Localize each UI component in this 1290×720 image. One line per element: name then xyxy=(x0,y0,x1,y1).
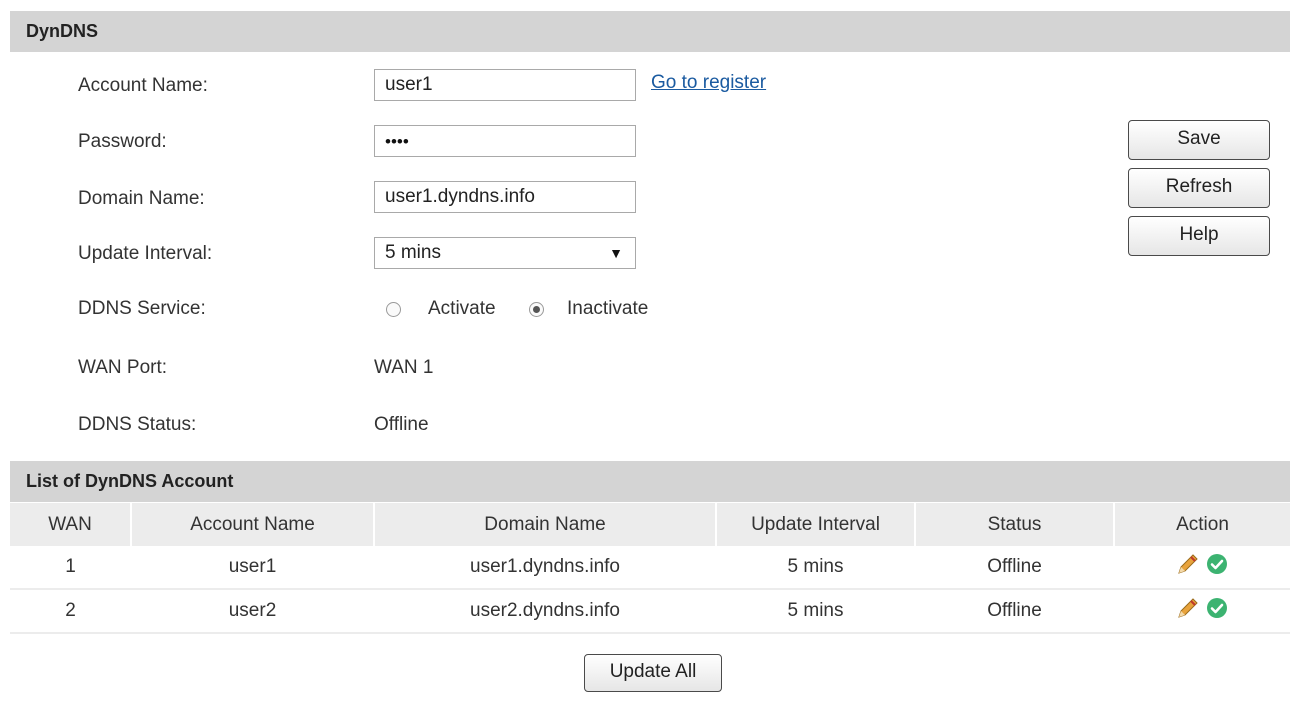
inactivate-radio-label: Inactivate xyxy=(567,298,649,319)
cell-update-interval: 5 mins xyxy=(716,546,915,590)
col-header-action: Action xyxy=(1113,503,1290,546)
cell-status: Offline xyxy=(915,546,1114,590)
col-header-account-name: Account Name xyxy=(130,503,374,546)
table-row: 2 user2 user2.dyndns.info 5 mins Offline xyxy=(10,589,1290,634)
refresh-button[interactable]: Refresh xyxy=(1128,168,1270,208)
pencil-icon[interactable] xyxy=(1176,552,1200,582)
check-circle-icon[interactable] xyxy=(1206,597,1228,625)
cell-action xyxy=(1114,546,1290,590)
dropdown-arrow-icon: ▼ xyxy=(609,245,623,261)
activate-radio[interactable] xyxy=(386,302,401,317)
check-circle-icon[interactable] xyxy=(1206,553,1228,581)
cell-account-name: user2 xyxy=(131,589,374,634)
cell-wan: 2 xyxy=(10,589,131,634)
dyndns-account-table: WAN Account Name Domain Name Update Inte… xyxy=(10,503,1290,634)
cell-domain-name: user2.dyndns.info xyxy=(374,589,716,634)
pencil-icon[interactable] xyxy=(1176,596,1200,626)
password-label: Password: xyxy=(78,131,167,152)
help-button[interactable]: Help xyxy=(1128,216,1270,256)
cell-status: Offline xyxy=(915,589,1114,634)
col-header-status: Status xyxy=(914,503,1114,546)
table-row: 1 user1 user1.dyndns.info 5 mins Offline xyxy=(10,546,1290,590)
ddns-status-value: Offline xyxy=(374,414,429,435)
go-to-register-link[interactable]: Go to register xyxy=(651,72,766,94)
account-name-label: Account Name: xyxy=(78,75,208,96)
cell-domain-name: user1.dyndns.info xyxy=(374,546,716,590)
cell-wan: 1 xyxy=(10,546,131,590)
domain-name-label: Domain Name: xyxy=(78,188,205,209)
section-header-dyndns: DynDNS xyxy=(10,11,1290,52)
update-interval-label: Update Interval: xyxy=(78,243,213,264)
inactivate-radio[interactable] xyxy=(529,302,544,317)
section-header-account-list: List of DynDNS Account xyxy=(10,461,1290,502)
cell-action xyxy=(1114,589,1290,634)
wan-port-value: WAN 1 xyxy=(374,357,434,378)
save-button[interactable]: Save xyxy=(1128,120,1270,160)
password-input[interactable] xyxy=(374,125,636,157)
update-interval-select[interactable]: 5 mins ▼ xyxy=(374,237,636,269)
cell-update-interval: 5 mins xyxy=(716,589,915,634)
ddns-service-label: DDNS Service: xyxy=(78,298,206,319)
col-header-update-interval: Update Interval xyxy=(715,503,915,546)
update-interval-value: 5 mins xyxy=(385,242,441,263)
account-name-input[interactable] xyxy=(374,69,636,101)
activate-radio-label: Activate xyxy=(428,298,496,319)
table-header-row: WAN Account Name Domain Name Update Inte… xyxy=(10,503,1290,546)
wan-port-label: WAN Port: xyxy=(78,357,168,378)
update-all-button[interactable]: Update All xyxy=(584,654,722,692)
domain-name-input[interactable] xyxy=(374,181,636,213)
col-header-wan: WAN xyxy=(10,503,131,546)
ddns-status-label: DDNS Status: xyxy=(78,414,197,435)
col-header-domain-name: Domain Name xyxy=(373,503,716,546)
cell-account-name: user1 xyxy=(131,546,374,590)
